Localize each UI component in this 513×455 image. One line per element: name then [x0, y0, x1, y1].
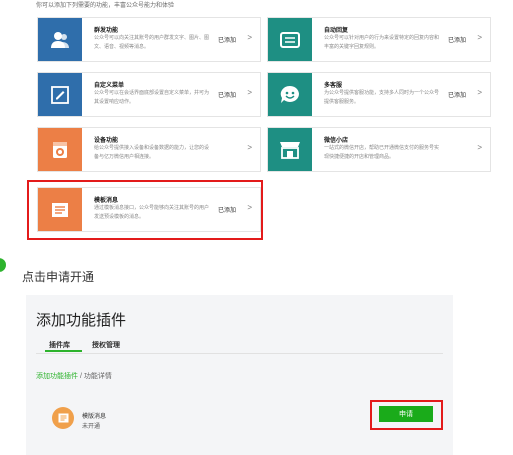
- chevron-right-icon[interactable]: >: [247, 88, 252, 97]
- feature-card-custom-menu[interactable]: 自定义菜单 公众号可以在会话界面底部设置自定义菜单，并可为其设置响应动作。 已添…: [37, 72, 261, 117]
- feature-card-mass-message[interactable]: 群发功能 公众号可以向关注其账号的用户群发文字、图片、图文、语音、视频等消息。 …: [37, 17, 261, 62]
- card-description: 公众号可以向关注其账号的用户群发文字、图片、图文、语音、视频等消息。: [94, 35, 210, 50]
- card-status: 已添加: [447, 38, 466, 44]
- card-description: 给公众号提供接入设备和设备数据的能力，让您的设备与亿万微信用户相连接。: [94, 145, 210, 160]
- tab-divider: [36, 353, 443, 354]
- card-title: 群发功能: [94, 28, 119, 34]
- card-status: 已添加: [217, 93, 236, 99]
- feature-card-auto-reply[interactable]: 自动回复 公众号可以针对用户的行为来设置特定的回复内容和丰富的关键字回复规则。 …: [267, 17, 491, 62]
- plugin-name: 模版消息: [82, 414, 107, 420]
- intro-text: 你可以添加下列需要的功能，丰富公众号能力和体验: [36, 3, 175, 9]
- breadcrumb-link[interactable]: 添加功能插件: [36, 373, 78, 380]
- message-box-icon: [268, 18, 312, 61]
- card-status: 已添加: [447, 93, 466, 99]
- card-description: 公众号可以在会话界面底部设置自定义菜单，并可为其设置响应动作。: [94, 90, 210, 105]
- chevron-right-icon[interactable]: >: [477, 88, 482, 97]
- card-status: 已添加: [217, 38, 236, 44]
- active-tab-indicator: [45, 350, 82, 352]
- breadcrumb-current: 功能详情: [83, 373, 112, 380]
- feature-card-device[interactable]: 设备功能 给公众号提供接入设备和设备数据的能力，让您的设备与亿万微信用户相连接。…: [37, 127, 261, 172]
- chevron-right-icon[interactable]: >: [247, 33, 252, 42]
- breadcrumb: 添加功能插件 / 功能详情: [36, 371, 112, 381]
- edit-icon: [38, 73, 82, 116]
- tab-plugin-library[interactable]: 插件库: [49, 340, 70, 350]
- step-marker: [0, 258, 6, 272]
- template-icon: [52, 407, 74, 429]
- tab-authorization[interactable]: 授权管理: [92, 340, 120, 350]
- card-title: 微信小店: [324, 138, 349, 144]
- feature-card-customer-service[interactable]: 多客服 为公众号提供客服功能，支持多人同时为一个公众号提供客服服务。 已添加 >: [267, 72, 491, 117]
- step-instruction: 点击申请开通: [22, 270, 95, 284]
- panel-title: 添加功能插件: [36, 312, 127, 329]
- card-title: 自动回复: [324, 28, 349, 34]
- chevron-right-icon[interactable]: >: [477, 33, 482, 42]
- card-title: 多客服: [324, 83, 343, 89]
- card-title: 自定义菜单: [94, 83, 125, 89]
- highlight-box: [27, 180, 263, 240]
- card-description: 公众号可以针对用户的行为来设置特定的回复内容和丰富的关键字回复规则。: [324, 35, 440, 50]
- washing-machine-icon: [38, 128, 82, 171]
- users-icon: [38, 18, 82, 61]
- breadcrumb-separator: /: [79, 373, 82, 380]
- card-title: 设备功能: [94, 138, 119, 144]
- feature-card-wechat-store[interactable]: 微信小店 一站式的微信开店，帮助已开通微信支付的服务号实现快捷便捷的开店和管理商…: [267, 127, 491, 172]
- card-description: 为公众号提供客服功能，支持多人同时为一个公众号提供客服服务。: [324, 90, 440, 105]
- smiley-icon: [268, 73, 312, 116]
- store-icon: [268, 128, 312, 171]
- chevron-right-icon[interactable]: >: [247, 143, 252, 152]
- plugin-status: 未开通: [82, 424, 101, 430]
- highlight-box: [370, 400, 443, 430]
- card-description: 一站式的微信开店，帮助已开通微信支付的服务号实现快捷便捷的开店和管理商品。: [324, 145, 440, 160]
- chevron-right-icon[interactable]: >: [477, 143, 482, 152]
